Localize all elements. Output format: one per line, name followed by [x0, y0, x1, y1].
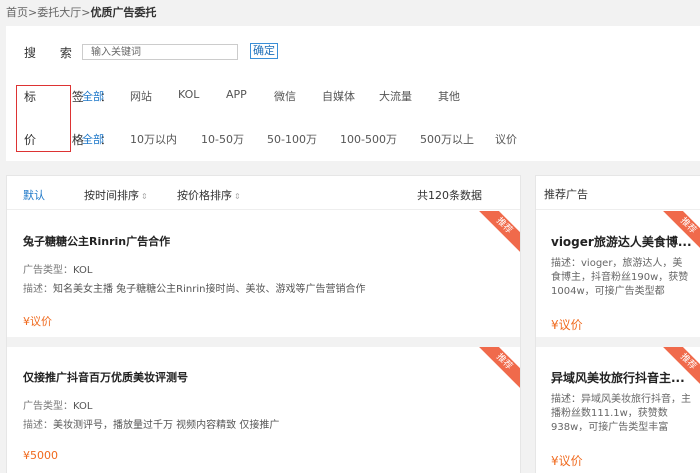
search-input[interactable]	[82, 44, 238, 60]
sort-by-price-label: 按价格排序	[177, 189, 232, 202]
listing-description: 描述：美妆测评号，播放量过千万 视频内容精致 仅接推广	[23, 416, 279, 431]
breadcrumb-current: 优质广告委托	[90, 6, 157, 19]
listing-description-value: 知名美女主播 兔子糖糖公主Rinrin接时尚、美妆、游戏等广告营销合作	[53, 284, 366, 295]
recommend-badge-label: 推荐	[476, 347, 520, 390]
listing-type-label: 广告类型：	[23, 401, 73, 412]
filter-panel: 搜 索： 确定 标 签： 全部 网站 KOL APP 微信 自媒体 大流量 其他…	[6, 26, 700, 161]
sort-arrows-icon: ⇕	[234, 192, 241, 201]
tag-option-all[interactable]: 全部	[82, 88, 104, 104]
tag-option-other[interactable]: 其他	[438, 88, 460, 104]
recommended-ad-description: 描述：异域风美妆旅行抖音，主播粉丝数111.1w，获赞数938w，可接广告类型丰…	[551, 394, 691, 433]
price-option-negotiable[interactable]: 议价	[495, 131, 517, 147]
price-option-over-5m[interactable]: 500万以上	[420, 131, 474, 147]
sort-arrows-icon: ⇕	[141, 192, 148, 201]
breadcrumb-separator: >	[28, 6, 38, 19]
price-option-1m-5m[interactable]: 100-500万	[340, 131, 397, 147]
tag-filter-row: 标 签： 全部 网站 KOL APP 微信 自媒体 大流量 其他	[6, 88, 700, 106]
listing-price: ¥5000	[23, 449, 58, 462]
tag-option-website[interactable]: 网站	[130, 88, 152, 104]
listing-type: 广告类型：KOL	[23, 261, 92, 276]
listing-description-label: 描述：	[23, 284, 53, 295]
price-option-under-100k[interactable]: 10万以内	[130, 131, 177, 147]
listing-card[interactable]: 推荐 仅接推广抖音百万优质美妆评测号 广告类型：KOL 描述：美妆测评号，播放量…	[7, 347, 520, 473]
recommend-badge: 推荐	[476, 347, 520, 393]
listing-type-value: KOL	[73, 265, 93, 276]
price-filter-row: 价 格： 全部 10万以内 10-50万 50-100万 100-500万 50…	[6, 131, 700, 149]
recommended-ads-panel: 推荐广告 推荐 vioger旅游达人美食博... 描述：vioger，旅游达人，…	[535, 175, 700, 473]
listing-panel: 默认 按时间排序 ⇕ 按价格排序 ⇕ 共120条数据 推荐 兔子糖糖公主Rinrin…	[6, 175, 521, 473]
listing-type-label: 广告类型：	[23, 265, 73, 276]
recommended-ad-price: ¥议价	[551, 318, 583, 332]
tag-option-self-media[interactable]: 自媒体	[322, 88, 355, 104]
price-option-all[interactable]: 全部	[82, 131, 104, 147]
recommended-ad-price: ¥议价	[551, 454, 583, 468]
sort-by-time-label: 按时间排序	[84, 189, 139, 202]
recommended-ad-card[interactable]: 推荐 vioger旅游达人美食博... 描述：vioger，旅游达人，美食博主，…	[536, 211, 700, 347]
sort-by-time[interactable]: 按时间排序 ⇕	[84, 187, 148, 203]
breadcrumb-home-link[interactable]: 首页	[6, 6, 28, 19]
recommended-ad-description: 描述：vioger，旅游达人，美食博主，抖音粉丝190w，获赞1004w，可接广…	[551, 258, 689, 297]
tag-option-wechat[interactable]: 微信	[274, 88, 296, 104]
recommended-ad-title[interactable]: vioger旅游达人美食博...	[551, 233, 692, 250]
price-option-100k-500k[interactable]: 10-50万	[201, 131, 244, 147]
result-count: 共120条数据	[417, 189, 482, 202]
listing-description: 描述：知名美女主播 兔子糖糖公主Rinrin接时尚、美妆、游戏等广告营销合作	[23, 280, 365, 295]
listing-title[interactable]: 仅接推广抖音百万优质美妆评测号	[23, 369, 188, 385]
listing-price: ¥议价	[23, 315, 52, 328]
breadcrumb-hall-link[interactable]: 委托大厅	[37, 6, 81, 19]
price-option-500k-1m[interactable]: 50-100万	[267, 131, 317, 147]
recommend-badge-label: 推荐	[476, 211, 520, 254]
listing-description-value: 美妆测评号，播放量过千万 视频内容精致 仅接推广	[53, 420, 280, 431]
sort-bar: 默认 按时间排序 ⇕ 按价格排序 ⇕ 共120条数据	[7, 176, 520, 210]
listing-description-label: 描述：	[23, 420, 53, 431]
breadcrumb: 首页>委托大厅>优质广告委托	[6, 4, 156, 20]
recommended-ad-title[interactable]: 异域风美妆旅行抖音主...	[551, 369, 685, 386]
sort-by-price[interactable]: 按价格排序 ⇕	[177, 187, 241, 203]
recommended-ads-header: 推荐广告	[536, 176, 700, 210]
tag-option-app[interactable]: APP	[226, 88, 247, 101]
price-filter-label: 价 格：	[24, 133, 128, 147]
recommended-ad-card[interactable]: 推荐 异域风美妆旅行抖音主... 描述：异域风美妆旅行抖音，主播粉丝数111.1…	[536, 347, 700, 473]
recommend-badge: 推荐	[476, 211, 520, 257]
tag-option-kol[interactable]: KOL	[178, 88, 199, 101]
tag-filter-label: 标 签：	[24, 90, 128, 104]
sort-default[interactable]: 默认	[23, 187, 45, 203]
listing-type: 广告类型：KOL	[23, 397, 92, 412]
listing-title[interactable]: 兔子糖糖公主Rinrin广告合作	[23, 233, 170, 249]
tag-option-high-traffic[interactable]: 大流量	[379, 88, 412, 104]
listing-card[interactable]: 推荐 兔子糖糖公主Rinrin广告合作 广告类型：KOL 描述：知名美女主播 兔…	[7, 211, 520, 347]
search-confirm-button[interactable]: 确定	[250, 43, 278, 59]
listing-type-value: KOL	[73, 401, 93, 412]
